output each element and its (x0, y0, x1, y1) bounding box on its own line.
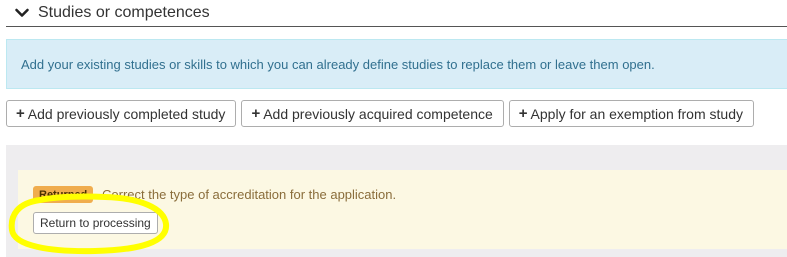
action-buttons: + Add previously completed study + Add p… (6, 100, 759, 127)
plus-icon: + (518, 105, 528, 122)
info-alert: Add your existing studies or skills to w… (6, 39, 787, 89)
plus-icon: + (16, 105, 25, 122)
add-study-label: Add previously completed study (27, 105, 226, 122)
add-competence-button[interactable]: + Add previously acquired competence (241, 100, 504, 127)
info-text: Add your existing studies or skills to w… (21, 56, 655, 72)
section-header[interactable]: Studies or competences (6, 0, 787, 27)
status-badge: Returned (33, 186, 94, 203)
apply-exemption-label: Apply for an exemption from study (530, 105, 743, 122)
chevron-down-icon[interactable] (14, 5, 30, 21)
notice-message: Correct the type of accreditation for th… (102, 187, 397, 202)
returned-notice: Returned Correct the type of accreditati… (18, 170, 787, 249)
section-title: Studies or competences (38, 4, 210, 21)
return-to-processing-button[interactable]: Return to processing (33, 212, 158, 234)
add-study-button[interactable]: + Add previously completed study (6, 100, 237, 127)
plus-icon: + (251, 105, 261, 122)
apply-exemption-button[interactable]: + Apply for an exemption from study (508, 100, 754, 127)
add-competence-label: Add previously acquired competence (263, 105, 493, 122)
